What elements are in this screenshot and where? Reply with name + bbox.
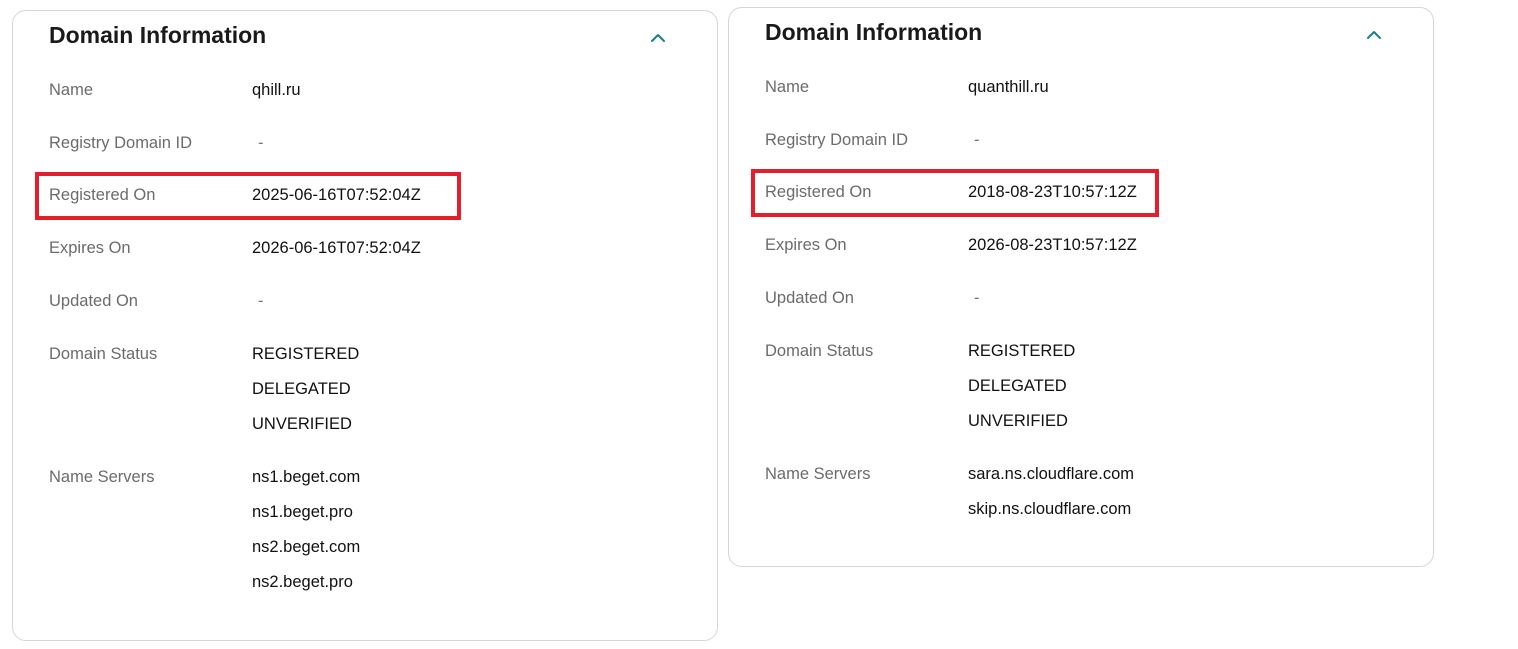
registry-domain-id-label: Registry Domain ID [49,134,193,152]
chevron-up-icon [643,25,673,51]
name-label: Name [49,81,94,99]
name-server-value: ns1.beget.com [252,468,361,486]
domain-status-value: UNVERIFIED [968,412,1068,430]
registry-domain-id-label: Registry Domain ID [765,131,909,149]
card-title: Domain Information [49,22,267,48]
domain-status-value: DELEGATED [968,377,1067,395]
updated-on-value: - [258,292,264,310]
domain-status-label: Domain Status [765,342,874,360]
name-server-value: skip.ns.cloudflare.com [968,500,1132,518]
expires-on-value: 2026-08-23T10:57:12Z [968,236,1137,254]
domain-status-value: DELEGATED [252,380,351,398]
name-value: qhill.ru [252,81,301,99]
updated-on-value: - [974,289,980,307]
collapse-button[interactable] [643,25,673,51]
name-servers-label: Name Servers [49,468,155,486]
registered-on-value: 2018-08-23T10:57:12Z [968,183,1137,201]
name-servers-label: Name Servers [765,465,871,483]
domain-info-card-quanthill: Domain Information Name quanthill.ru Reg… [728,7,1434,567]
card-title: Domain Information [765,19,983,45]
name-label: Name [765,78,810,96]
registered-on-value: 2025-06-16T07:52:04Z [252,186,421,204]
registered-on-label: Registered On [765,183,872,201]
domain-info-card-qhill: Domain Information Name qhill.ru Registr… [12,10,718,641]
registry-domain-id-value: - [974,131,980,149]
domain-status-value: UNVERIFIED [252,415,352,433]
expires-on-value: 2026-06-16T07:52:04Z [252,239,421,257]
expires-on-label: Expires On [765,236,847,254]
name-server-value: ns2.beget.pro [252,573,353,591]
chevron-up-icon [1359,22,1389,48]
domain-status-value: REGISTERED [968,342,1076,360]
updated-on-label: Updated On [765,289,854,307]
expires-on-label: Expires On [49,239,131,257]
name-server-value: sara.ns.cloudflare.com [968,465,1134,483]
domain-status-value: REGISTERED [252,345,360,363]
registry-domain-id-value: - [258,134,264,152]
name-value: quanthill.ru [968,78,1049,96]
collapse-button[interactable] [1359,22,1389,48]
domain-status-label: Domain Status [49,345,158,363]
registered-on-label: Registered On [49,186,156,204]
updated-on-label: Updated On [49,292,138,310]
name-server-value: ns2.beget.com [252,538,361,556]
name-server-value: ns1.beget.pro [252,503,353,521]
